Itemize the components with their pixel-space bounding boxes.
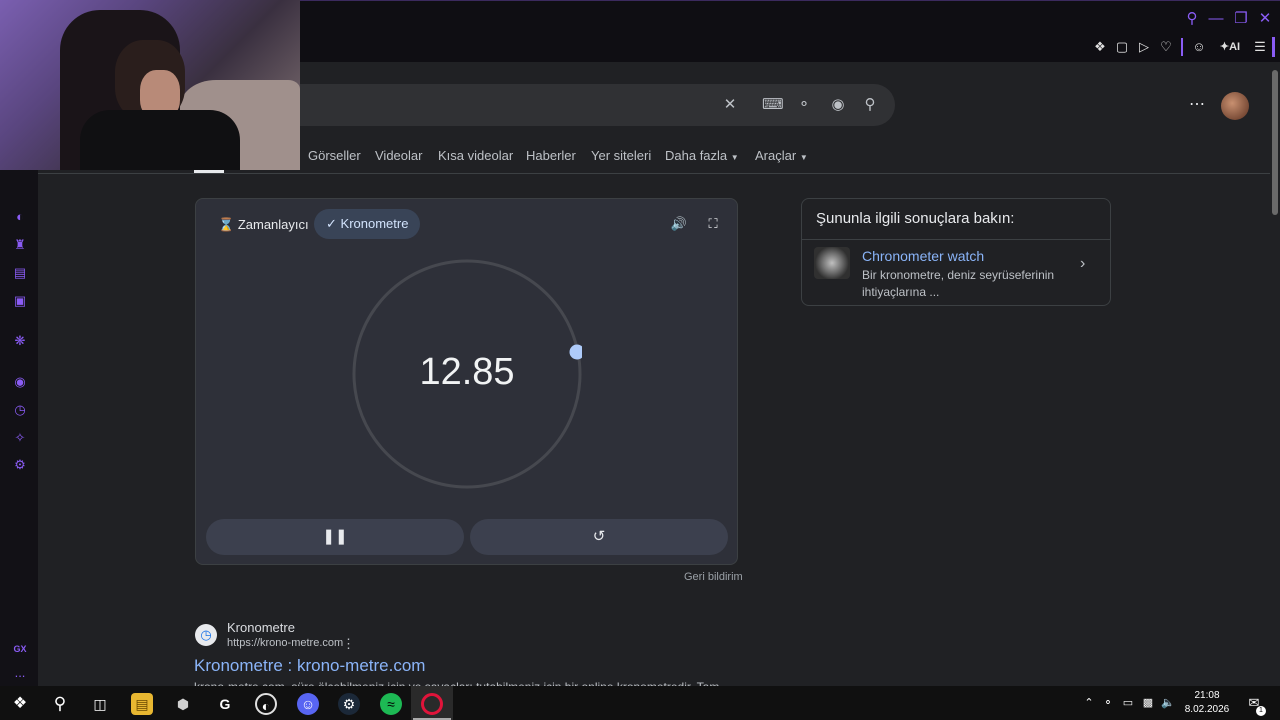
tab-short-videos[interactable]: Kısa videolar [438, 148, 513, 163]
pause-button[interactable]: ❚❚ [206, 519, 464, 555]
tab-local[interactable]: Yer siteleri [591, 148, 651, 163]
related-thumbnail[interactable] [814, 247, 850, 279]
microphone-icon[interactable]: ⚬ [1100, 695, 1116, 711]
fullscreen-icon[interactable]: ⛶ [704, 215, 722, 233]
tab-images[interactable]: Görseller [308, 148, 361, 163]
clock-icon: ◷ [195, 624, 217, 646]
chevron-down-icon: ▼ [730, 153, 739, 162]
mic-icon[interactable]: ⚬ [795, 96, 813, 114]
extensions-icon[interactable]: ✧ [11, 429, 29, 447]
pause-icon: ❚❚ [322, 528, 348, 545]
reset-button[interactable]: ↺ [470, 519, 728, 555]
result-site-name: Kronometre [227, 620, 295, 635]
steam-icon[interactable]: ⚙ [338, 693, 360, 715]
sidebar-accent [1272, 37, 1275, 57]
notification-count-badge: 1 [1256, 706, 1266, 716]
snapshot-icon[interactable]: ▢ [1113, 38, 1131, 56]
webcam-overlay [0, 0, 300, 170]
search-icon[interactable]: ⚲ [1183, 10, 1201, 28]
taskbar: ❖ ⚲ ◫ ▤ ⬢ G ◐ ☺ ⚙ ≈ ⌃ ⚬ ▭ ▩ 🔈 21:08 8.02… [0, 686, 1280, 720]
reset-icon: ↺ [592, 528, 606, 545]
tab-stopwatch[interactable]: ✓ Kronometre [314, 209, 421, 239]
network-icon[interactable]: ▩ [1140, 695, 1156, 711]
toolbar-divider [1181, 38, 1183, 56]
history-icon[interactable]: ◷ [11, 401, 29, 419]
profile-icon[interactable]: ☺ [1190, 38, 1208, 56]
clear-icon[interactable]: ✕ [721, 96, 739, 114]
task-view-icon[interactable]: ◫ [89, 693, 111, 715]
more-vert-icon[interactable]: ⋮ [342, 636, 355, 652]
close-icon[interactable]: ✕ [1256, 10, 1274, 28]
chevron-down-icon: ▼ [799, 153, 808, 162]
ai-button[interactable]: ✦AI [1216, 38, 1244, 56]
related-item-link[interactable]: Chronometer watch [862, 248, 984, 264]
tab-tools-label: Araçlar [755, 148, 797, 163]
search-icon[interactable]: ⚲ [49, 693, 71, 715]
pin-icon[interactable]: ❖ [1091, 38, 1109, 56]
windows-start-icon[interactable]: ❖ [9, 693, 31, 715]
logitech-icon[interactable]: G [214, 693, 236, 715]
gx-sidebar: ◐ ♜ ▤ ▣ ❋ ◉ ◷ ✧ ⚙ GX ... [0, 170, 38, 686]
play-icon[interactable]: ▷ [1135, 38, 1153, 56]
tab-timer[interactable]: ⌛ Zamanlayıcı [212, 211, 315, 239]
keyboard-icon[interactable]: ⌨ [762, 96, 784, 114]
messenger-icon[interactable]: ▣ [11, 292, 29, 310]
webcam-body [80, 110, 240, 170]
scroll-thumb[interactable] [1272, 70, 1278, 215]
heart-icon[interactable]: ♡ [1157, 38, 1175, 56]
tab-timer-label: Zamanlayıcı [237, 217, 309, 232]
tab-stopwatch-label: Kronometre [340, 216, 409, 231]
sound-icon[interactable]: 🔊 [670, 215, 688, 233]
lens-icon[interactable]: ◉ [829, 96, 847, 114]
tray-overflow-icon[interactable]: ⌃ [1081, 695, 1097, 711]
player-icon[interactable]: ◉ [11, 373, 29, 391]
active-tab-underline [194, 170, 224, 173]
tab-videos[interactable]: Videolar [375, 148, 422, 163]
chatgpt-icon[interactable]: ❋ [11, 332, 29, 350]
chevron-right-icon[interactable]: › [1080, 255, 1085, 273]
clock-date: 8.02.2026 [1184, 704, 1230, 715]
discord-icon[interactable]: ☺ [297, 693, 319, 715]
related-panel: Şununla ilgili sonuçlara bakın: Chronome… [801, 198, 1111, 306]
settings-icon[interactable]: ⚙ [11, 456, 29, 474]
feedback-link[interactable]: Geri bildirim [684, 571, 743, 583]
spotify-icon[interactable]: ≈ [380, 693, 402, 715]
battery-icon[interactable]: ▭ [1120, 695, 1136, 711]
related-item-desc: Bir kronometre, deniz seyrüseferinin iht… [862, 268, 1055, 299]
opera-gx-icon[interactable] [421, 693, 443, 715]
volume-icon[interactable]: 🔈 [1160, 695, 1176, 711]
gx-label[interactable]: GX [9, 640, 31, 658]
twitch-icon[interactable]: ▤ [11, 264, 29, 282]
tab-more-label: Daha fazla [665, 148, 728, 163]
related-divider [802, 239, 1110, 240]
avatar[interactable] [1221, 92, 1249, 120]
speedometer-icon[interactable]: ◐ [255, 693, 277, 715]
store-icon[interactable]: ♜ [11, 236, 29, 254]
restore-icon[interactable]: ❐ [1232, 10, 1250, 28]
tab-tools[interactable]: Araçlar ▼ [755, 148, 808, 163]
clock-time: 21:08 [1194, 690, 1220, 701]
scrollbar[interactable] [1270, 62, 1280, 686]
taskbar-clock[interactable]: 21:08 8.02.2026 [1184, 689, 1230, 717]
apps-grid-icon[interactable]: ⋯ [1188, 96, 1206, 114]
tab-news[interactable]: Haberler [526, 148, 576, 163]
file-explorer-icon[interactable]: ▤ [131, 693, 153, 715]
stopwatch-card: ⌛ Zamanlayıcı ✓ Kronometre 🔊 ⛶ 12.85 ❚❚ … [195, 198, 738, 565]
search-submit-icon[interactable]: ⚲ [861, 96, 879, 114]
more-icon[interactable]: ... [11, 664, 29, 682]
hourglass-icon: ⌛ [218, 217, 235, 232]
search-bar[interactable]: ✕ ⌨ ⚬ ◉ ⚲ [260, 84, 895, 126]
elapsed-time: 12.85 [419, 351, 515, 393]
speed-dial-icon[interactable]: ◐ [11, 208, 29, 226]
menu-icon[interactable]: ☰ [1251, 38, 1269, 56]
check-icon: ✓ [326, 216, 337, 231]
related-title: Şununla ilgili sonuçlara bakın: [816, 210, 1015, 227]
result-url: https://krono-metre.com [227, 637, 344, 649]
minimize-icon[interactable]: — [1207, 10, 1225, 28]
result-title[interactable]: Kronometre : krono-metre.com [194, 656, 425, 676]
ai-label: AI [1229, 41, 1241, 53]
app-cube-icon[interactable]: ⬢ [172, 693, 194, 715]
tabs-divider [38, 173, 1270, 174]
tab-more[interactable]: Daha fazla ▼ [665, 148, 739, 163]
